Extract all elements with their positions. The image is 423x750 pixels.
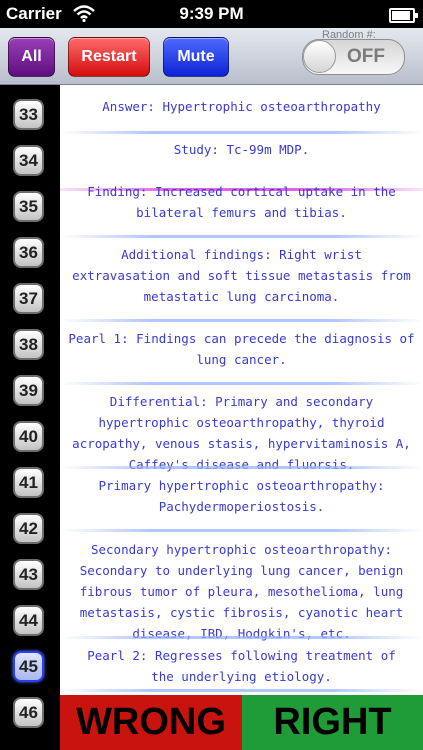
question-number-button[interactable]: 41 [13, 467, 44, 498]
restart-button[interactable]: Restart [68, 37, 150, 77]
study-line: Study: Tc-99m MDP. [173, 142, 310, 157]
differential-line: Differential: Primary and secondary hype… [72, 394, 411, 472]
battery-icon [389, 8, 418, 23]
separator [60, 131, 423, 134]
finding-line: Finding: Increased cortical uptake in th… [87, 184, 396, 220]
additional-findings-line: Additional findings: Right wrist extrava… [72, 247, 411, 304]
question-number-button[interactable]: 39 [13, 375, 44, 406]
question-number-button[interactable]: 35 [13, 191, 44, 222]
wrong-button[interactable]: WRONG [60, 695, 242, 750]
question-number-button-selected[interactable]: 45 [13, 651, 44, 682]
pearl-1-line: Pearl 1: Findings can precede the diagno… [68, 331, 415, 367]
secondary-hoa-line: Secondary hypertrophic osteoarthropathy:… [79, 542, 404, 641]
question-number-button[interactable]: 44 [13, 605, 44, 636]
pearl-2-line: Pearl 2: Regresses following treatment o… [87, 648, 396, 684]
separator [60, 529, 423, 532]
question-number-button[interactable]: 43 [13, 559, 44, 590]
separator [60, 466, 423, 469]
separator [60, 319, 423, 322]
toggle-state-label: OFF [347, 46, 385, 67]
mute-button[interactable]: Mute [163, 37, 229, 77]
status-bar: Carrier 9:39 PM [0, 0, 423, 28]
question-number-button[interactable]: 34 [13, 145, 44, 176]
toggle-knob[interactable] [303, 40, 336, 73]
answer-content: Answer: Hypertrophic osteoarthropathy St… [60, 85, 423, 695]
battery-level [392, 11, 410, 20]
question-number-button[interactable]: 37 [13, 283, 44, 314]
question-number-button[interactable]: 38 [13, 329, 44, 360]
random-toggle[interactable]: OFF [302, 39, 405, 75]
question-number-button[interactable]: 42 [13, 513, 44, 544]
answer-line: Answer: Hypertrophic osteoarthropathy [102, 99, 381, 114]
primary-hoa-line: Primary hypertrophic osteoarthropathy: P… [98, 478, 385, 514]
question-number-button[interactable]: 36 [13, 237, 44, 268]
question-number-button[interactable]: 33 [13, 99, 44, 130]
separator [60, 235, 423, 238]
separator [60, 636, 423, 639]
clock: 9:39 PM [179, 4, 244, 23]
right-button[interactable]: RIGHT [242, 695, 423, 750]
separator [60, 689, 423, 692]
question-number-button[interactable]: 46 [13, 697, 44, 728]
all-button[interactable]: All [8, 37, 55, 77]
question-number-button[interactable]: 40 [13, 421, 44, 452]
separator [60, 382, 423, 385]
toolbar: All Restart Mute Random #: OFF [0, 28, 423, 85]
question-number-list: 33 34 35 36 37 38 39 40 41 42 43 44 45 4… [0, 85, 57, 750]
